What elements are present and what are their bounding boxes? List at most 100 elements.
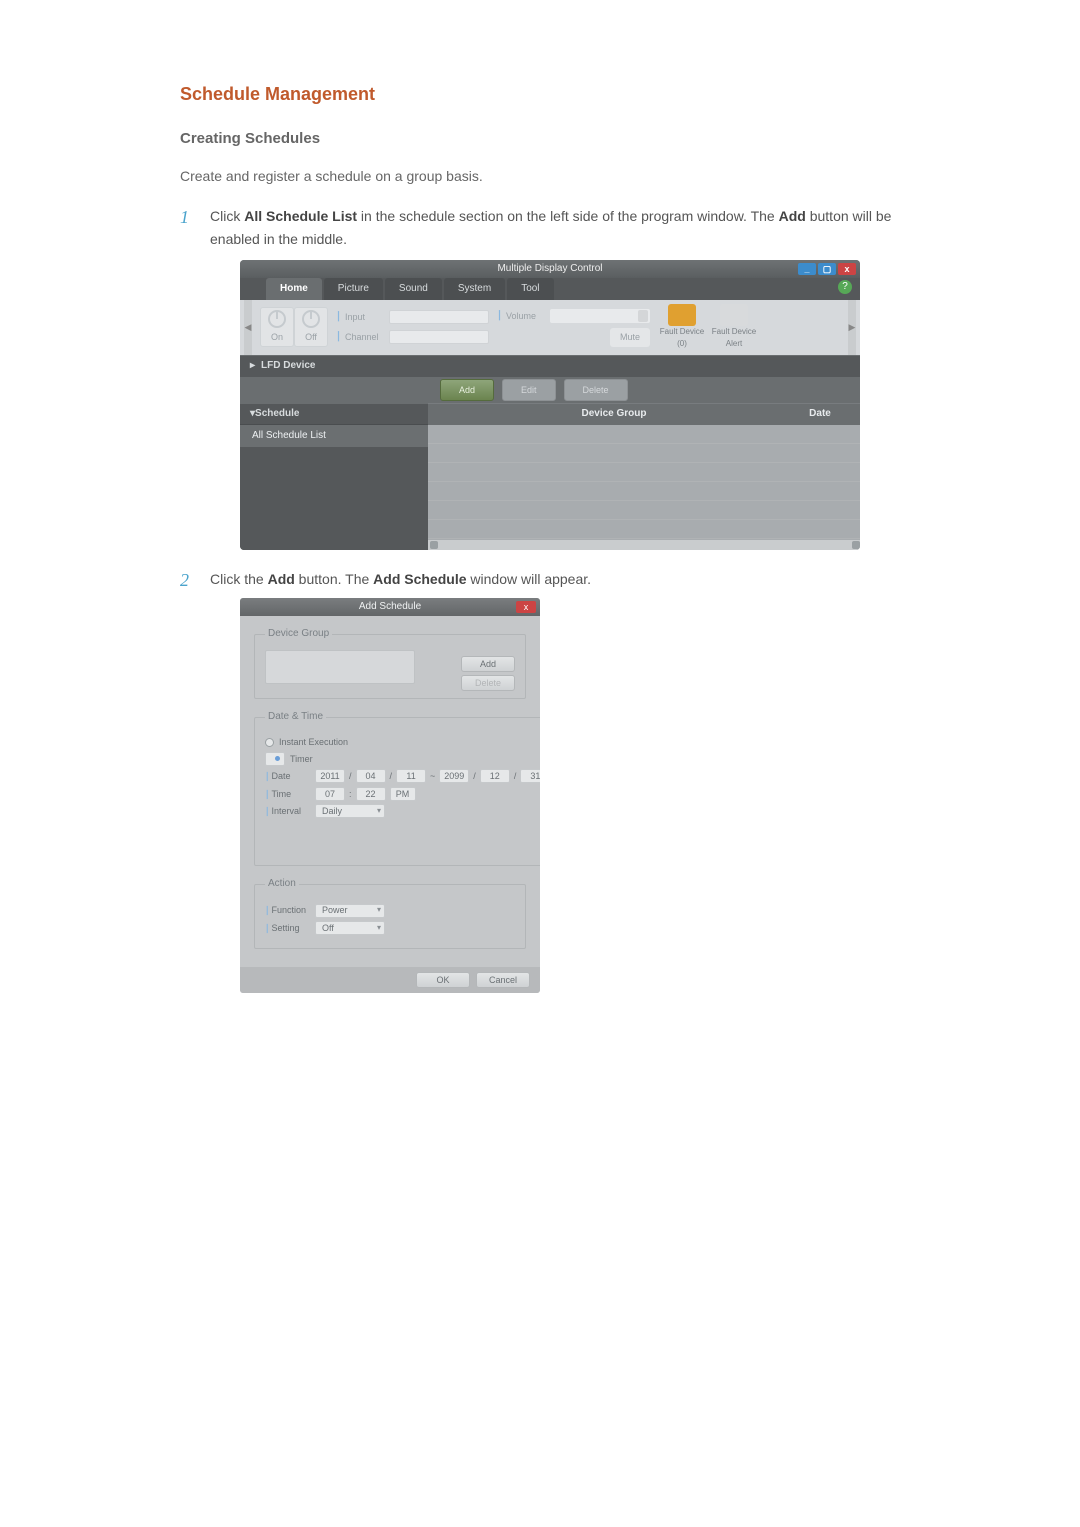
power-icon: [302, 310, 320, 328]
b: Add Schedule: [373, 571, 466, 587]
dialog-footer: OK Cancel: [240, 967, 540, 993]
b: Add: [779, 208, 806, 224]
setting-select[interactable]: Off: [315, 921, 385, 935]
col-device-group: Device Group: [438, 406, 790, 422]
ribbon-nav-right[interactable]: ▶: [848, 300, 856, 355]
time-ampm[interactable]: PM: [390, 787, 416, 801]
fault-alert-label[interactable]: Fault Device Alert: [710, 326, 758, 352]
input-select[interactable]: [389, 310, 489, 324]
volume-knob[interactable]: [638, 310, 648, 322]
add-button[interactable]: Add: [440, 379, 494, 401]
edit-button[interactable]: Edit: [502, 379, 556, 401]
radio-label: Instant Execution: [279, 735, 348, 749]
device-group-add-button[interactable]: Add: [461, 656, 515, 672]
window-minimize-button[interactable]: _: [798, 263, 816, 275]
panel-schedule-header[interactable]: ▾ Schedule: [240, 403, 428, 425]
channel-stepper[interactable]: [389, 330, 489, 344]
panel-title: Schedule: [255, 406, 299, 422]
fault-device-label[interactable]: Fault Device (0): [658, 326, 706, 352]
scroll-thumb-left[interactable]: [430, 541, 438, 549]
label: On: [271, 330, 283, 344]
tab-sound[interactable]: Sound: [385, 278, 442, 300]
fault-alert-icon: [720, 304, 748, 326]
window-title: Multiple Display Control: [246, 261, 854, 277]
date-to-month[interactable]: 12: [480, 769, 510, 783]
tilde: ~: [430, 769, 435, 783]
power-off-button[interactable]: Off: [294, 307, 328, 347]
time-hour[interactable]: 07: [315, 787, 345, 801]
help-icon[interactable]: ?: [838, 280, 852, 294]
input-label: Input: [345, 310, 385, 324]
window-titlebar: Multiple Display Control _ ▢ x: [240, 260, 860, 278]
sep: /: [349, 769, 352, 783]
tab-system[interactable]: System: [444, 278, 505, 300]
power-on-button[interactable]: On: [260, 307, 294, 347]
mute-button[interactable]: Mute: [610, 328, 650, 346]
volume-slider[interactable]: [550, 309, 650, 323]
t: button. The: [295, 571, 373, 587]
intro-text: Create and register a schedule on a grou…: [180, 165, 900, 187]
legend: Device Group: [265, 626, 332, 642]
interval-select[interactable]: Daily: [315, 804, 385, 818]
radio-instant-execution[interactable]: Instant Execution: [265, 735, 540, 749]
time-label: Time: [272, 787, 292, 801]
tab-tool[interactable]: Tool: [507, 278, 553, 300]
date-to-year[interactable]: 2099: [439, 769, 469, 783]
time-row: ∣Time 07 : 22 PM: [265, 787, 540, 801]
ribbon-nav-left[interactable]: ◀: [244, 300, 252, 355]
schedule-table-header: Device Group Date: [428, 403, 860, 425]
section-heading: Schedule Management: [180, 80, 900, 109]
dialog-close-button[interactable]: x: [516, 601, 536, 613]
panel-lfd-device-header[interactable]: ▸ LFD Device: [240, 355, 860, 377]
fieldset-action: Action ∣Function Power ∣Setting Off: [254, 876, 526, 949]
legend: Date & Time: [265, 709, 326, 725]
ok-button[interactable]: OK: [416, 972, 470, 988]
t: window will appear.: [467, 571, 592, 587]
interval-label: Interval: [272, 804, 302, 818]
t: Click the: [210, 571, 268, 587]
divider: ∣: [497, 308, 502, 324]
t: in the schedule section on the left side…: [357, 208, 779, 224]
tab-home[interactable]: Home: [266, 278, 322, 300]
scroll-thumb-right[interactable]: [852, 541, 860, 549]
window-maximize-button[interactable]: ▢: [818, 263, 836, 275]
date-from-month[interactable]: 04: [356, 769, 386, 783]
device-group-listbox[interactable]: [265, 650, 415, 684]
volume-label: Volume: [506, 309, 546, 323]
sidebar-item-all-schedule-list[interactable]: All Schedule List: [240, 425, 428, 447]
delete-button[interactable]: Delete: [564, 379, 628, 401]
tab-bar: Home Picture Sound System Tool ?: [240, 278, 860, 300]
chevron-right-icon: ▸: [250, 358, 255, 374]
radio-icon-selected: [265, 752, 285, 766]
date-to-day[interactable]: 31: [520, 769, 540, 783]
ribbon-controls: ◀ On Off ∣ Input: [240, 300, 860, 355]
col-date: Date: [790, 406, 850, 422]
power-icon: [268, 310, 286, 328]
step-2: 2 Click the Add button. The Add Schedule…: [180, 568, 900, 993]
fault-device-icon: [668, 304, 696, 326]
schedule-table-body: [428, 425, 860, 550]
sep: /: [514, 769, 517, 783]
date-from-day[interactable]: 11: [396, 769, 426, 783]
time-minute[interactable]: 22: [356, 787, 386, 801]
radio-label: Timer: [290, 752, 313, 766]
date-row: ∣Date 2011 / 04 / 11 ~ 2099 / 12 / 31: [265, 769, 540, 783]
schedule-table: Device Group Date: [428, 403, 860, 550]
window-close-button[interactable]: x: [838, 263, 856, 275]
date-from-year[interactable]: 2011: [315, 769, 345, 783]
date-label: Date: [272, 769, 291, 783]
label: Off: [305, 330, 317, 344]
step-number: 2: [180, 566, 189, 595]
device-group-delete-button[interactable]: Delete: [461, 675, 515, 691]
tab-picture[interactable]: Picture: [324, 278, 383, 300]
horizontal-scrollbar[interactable]: [428, 540, 860, 550]
radio-icon: [265, 738, 274, 747]
function-row: ∣Function Power: [265, 903, 515, 917]
step-1: 1 Click All Schedule List in the schedul…: [180, 205, 900, 550]
panel-lfd-device-toolbar: Add Edit Delete: [240, 377, 860, 403]
cancel-button[interactable]: Cancel: [476, 972, 530, 988]
function-select[interactable]: Power: [315, 904, 385, 918]
subsection-heading: Creating Schedules: [180, 127, 900, 151]
app-window-mdc: Multiple Display Control _ ▢ x Home Pict…: [240, 260, 860, 550]
radio-timer[interactable]: Timer: [265, 752, 540, 766]
